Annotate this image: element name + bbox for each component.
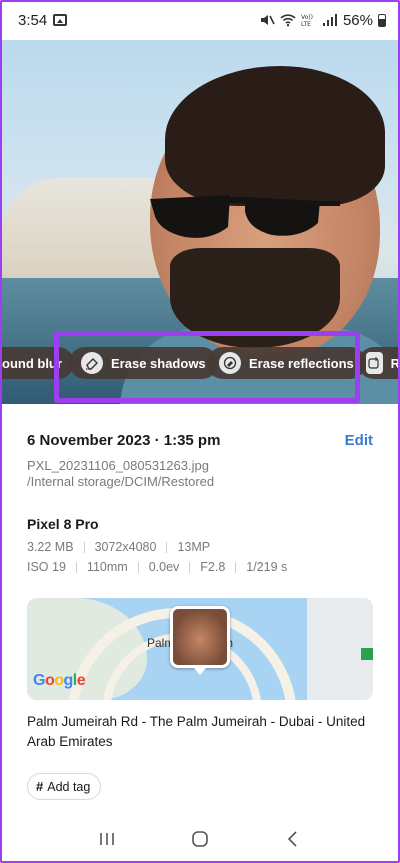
more-suggestion-chip[interactable]: R: [358, 347, 400, 379]
file-size: 3.22 MB: [27, 540, 74, 554]
map-road-badge: [361, 648, 373, 660]
editing-suggestions: ound blur Erase shadows Erase reflection…: [0, 345, 400, 385]
status-time: 3:54: [18, 11, 48, 29]
exposure-info-row: ISO 19 110mm 0.0ev F2.8 1/219 s: [27, 560, 287, 574]
exposure-value: 0.0ev: [148, 560, 180, 574]
megapixels: 13MP: [177, 540, 211, 554]
date-row: 6 November 2023 · 1:35 pm Edit: [27, 432, 373, 449]
file-path: /Internal storage/DCIM/Restored: [27, 474, 215, 489]
svg-text:LTE: LTE: [301, 21, 311, 27]
more-suggestion-label: R: [390, 355, 400, 371]
divider: [189, 561, 191, 573]
sparkle-edit-icon: [366, 352, 383, 374]
volte-icon: Vo))LTE: [301, 14, 313, 27]
erase-reflections-label: Erase reflections: [249, 355, 354, 371]
back-button[interactable]: [273, 824, 313, 854]
eraser-icon: [81, 352, 103, 374]
divider: [137, 561, 139, 573]
svg-text:Vo)): Vo)): [301, 14, 313, 21]
hashtag-icon: #: [36, 779, 44, 794]
file-name: PXL_20231106_080531263.jpg: [27, 458, 209, 473]
reflection-eraser-icon: [219, 352, 241, 374]
photo-subject-sunglasses: [150, 195, 340, 238]
google-logo: Google: [33, 672, 86, 689]
photo-subject-hair: [165, 66, 385, 206]
aperture: F2.8: [200, 560, 226, 574]
camera-model: Pixel 8 Pro: [27, 516, 99, 532]
photo-details-panel: 6 November 2023 · 1:35 pm Edit PXL_20231…: [0, 404, 400, 814]
recent-apps-button[interactable]: [87, 824, 127, 854]
home-icon: [192, 830, 208, 847]
photo-subject-beard: [170, 248, 340, 348]
home-button[interactable]: [180, 824, 220, 854]
divider: [75, 561, 77, 573]
shutter-speed: 1/219 s: [246, 560, 288, 574]
location-address: Palm Jumeirah Rd - The Palm Jumeirah - D…: [27, 714, 366, 749]
background-blur-chip[interactable]: ound blur: [0, 347, 74, 379]
wifi-icon: [280, 14, 296, 27]
add-tag-button[interactable]: # Add tag: [27, 773, 102, 800]
recent-apps-icon: [99, 832, 114, 845]
erase-shadows-label: Erase shadows: [111, 355, 206, 371]
erase-reflections-chip[interactable]: Erase reflections: [207, 347, 366, 379]
back-icon: [288, 830, 297, 847]
location-map[interactable]: Palmh Google: [27, 598, 373, 700]
divider: [166, 541, 168, 553]
mute-icon: [260, 15, 275, 25]
erase-shadows-chip[interactable]: Erase shadows: [69, 347, 218, 379]
map-pin-thumbnail: [173, 609, 227, 665]
gallery-notification-icon: [53, 14, 68, 26]
add-tag-label: Add tag: [47, 779, 91, 794]
battery-percent: 56%: [342, 11, 373, 29]
map-photo-pin[interactable]: [170, 606, 230, 675]
photo-date: 6 November 2023 · 1:35 pm: [27, 432, 221, 449]
background-blur-label: ound blur: [2, 355, 62, 371]
iso-value: ISO 19: [27, 560, 66, 574]
focal-length: 110mm: [86, 560, 128, 574]
battery-icon: [378, 13, 386, 27]
signal-icon: [322, 14, 337, 26]
resolution: 3072x4080: [94, 540, 157, 554]
edit-date-button[interactable]: Edit: [345, 432, 373, 449]
status-bar: 3:54 Vo)) LTE 56%: [0, 0, 400, 40]
status-icons: Vo)) LTE 56%: [259, 12, 386, 29]
system-navigation-bar: [0, 814, 400, 863]
divider: [83, 541, 85, 553]
divider: [235, 561, 237, 573]
file-info-row: 3.22 MB 3072x4080 13MP: [27, 540, 210, 554]
